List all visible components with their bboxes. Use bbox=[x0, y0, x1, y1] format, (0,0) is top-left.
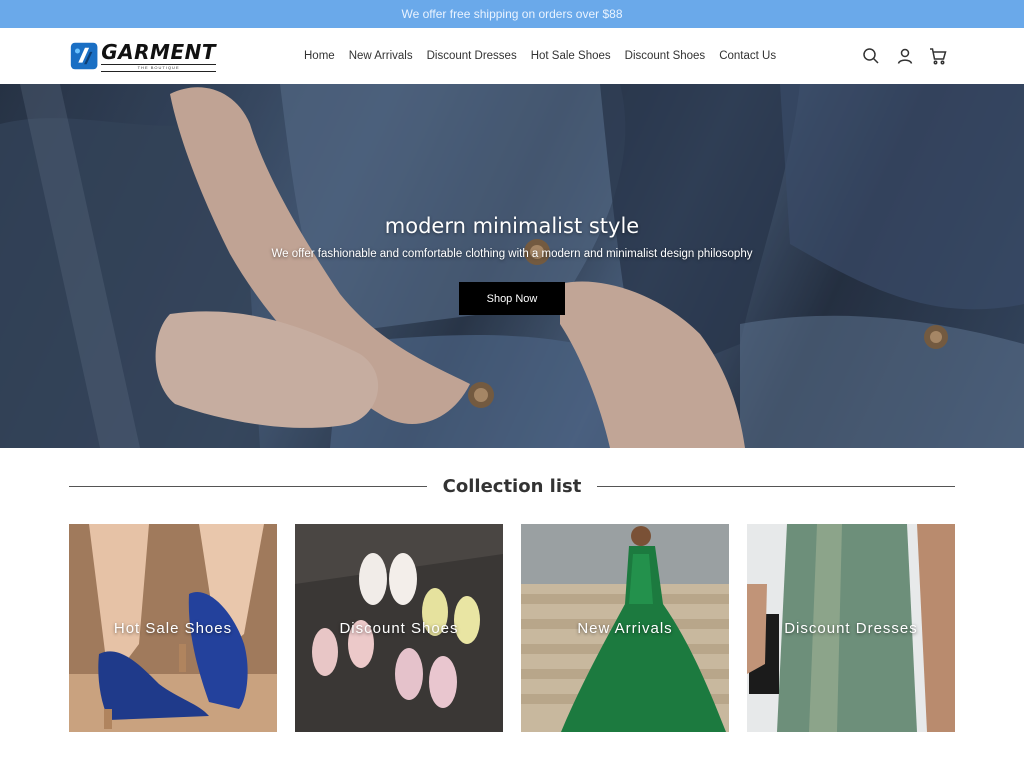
hero-overlay bbox=[0, 84, 1024, 448]
collection-title: Collection list bbox=[442, 475, 582, 497]
account-button[interactable] bbox=[894, 45, 916, 67]
nav-discount-dresses[interactable]: Discount Dresses bbox=[427, 50, 517, 62]
nav-new-arrivals[interactable]: New Arrivals bbox=[349, 50, 413, 62]
hero-subtitle: We offer fashionable and comfortable clo… bbox=[271, 248, 753, 260]
nav-home[interactable]: Home bbox=[304, 50, 335, 62]
main-nav: Home New Arrivals Discount Dresses Hot S… bbox=[304, 28, 776, 84]
nav-contact-us[interactable]: Contact Us bbox=[719, 50, 776, 62]
collection-card-discount-dresses[interactable]: Discount Dresses bbox=[747, 524, 955, 732]
announcement-text: We offer free shipping on orders over $8… bbox=[401, 7, 623, 21]
collection-label: Hot Sale Shoes bbox=[113, 620, 233, 637]
cart-icon bbox=[930, 48, 947, 65]
collection-card-discount-shoes[interactable]: Discount Shoes bbox=[295, 524, 503, 732]
hero-title: modern minimalist style bbox=[384, 214, 640, 238]
collection-label: New Arrivals bbox=[577, 620, 673, 637]
nav-discount-shoes[interactable]: Discount Shoes bbox=[625, 50, 706, 62]
collection-card-hot-sale-shoes[interactable]: Hot Sale Shoes bbox=[69, 524, 277, 732]
search-button[interactable] bbox=[860, 45, 882, 67]
shop-now-button[interactable]: Shop Now bbox=[459, 282, 565, 315]
hero-banner: modern minimalist style We offer fashion… bbox=[0, 84, 1024, 448]
divider-left bbox=[69, 485, 427, 487]
logo-icon bbox=[70, 42, 98, 70]
brand-name: GARMENT bbox=[101, 39, 216, 64]
search-icon bbox=[863, 48, 879, 64]
collection-card-new-arrivals[interactable]: New Arrivals bbox=[521, 524, 729, 732]
nav-hot-sale-shoes[interactable]: Hot Sale Shoes bbox=[531, 50, 611, 62]
collection-label: Discount Shoes bbox=[339, 620, 459, 637]
collection-heading: Collection list bbox=[69, 472, 955, 500]
brand-tagline: THE BOUTIQUE bbox=[101, 63, 216, 72]
brand-logo[interactable]: GARMENT THE BOUTIQUE bbox=[70, 38, 216, 74]
collection-label: Discount Dresses bbox=[784, 620, 918, 637]
cart-button[interactable] bbox=[927, 45, 949, 67]
logo-text: GARMENT THE BOUTIQUE bbox=[101, 41, 216, 72]
collection-grid: Hot Sale Shoes Discount Shoes New Arriva… bbox=[69, 524, 955, 732]
announcement-bar: We offer free shipping on orders over $8… bbox=[0, 0, 1024, 28]
account-icon bbox=[897, 48, 913, 64]
divider-right bbox=[597, 485, 955, 487]
site-header: GARMENT THE BOUTIQUE Home New Arrivals D… bbox=[0, 28, 1024, 84]
